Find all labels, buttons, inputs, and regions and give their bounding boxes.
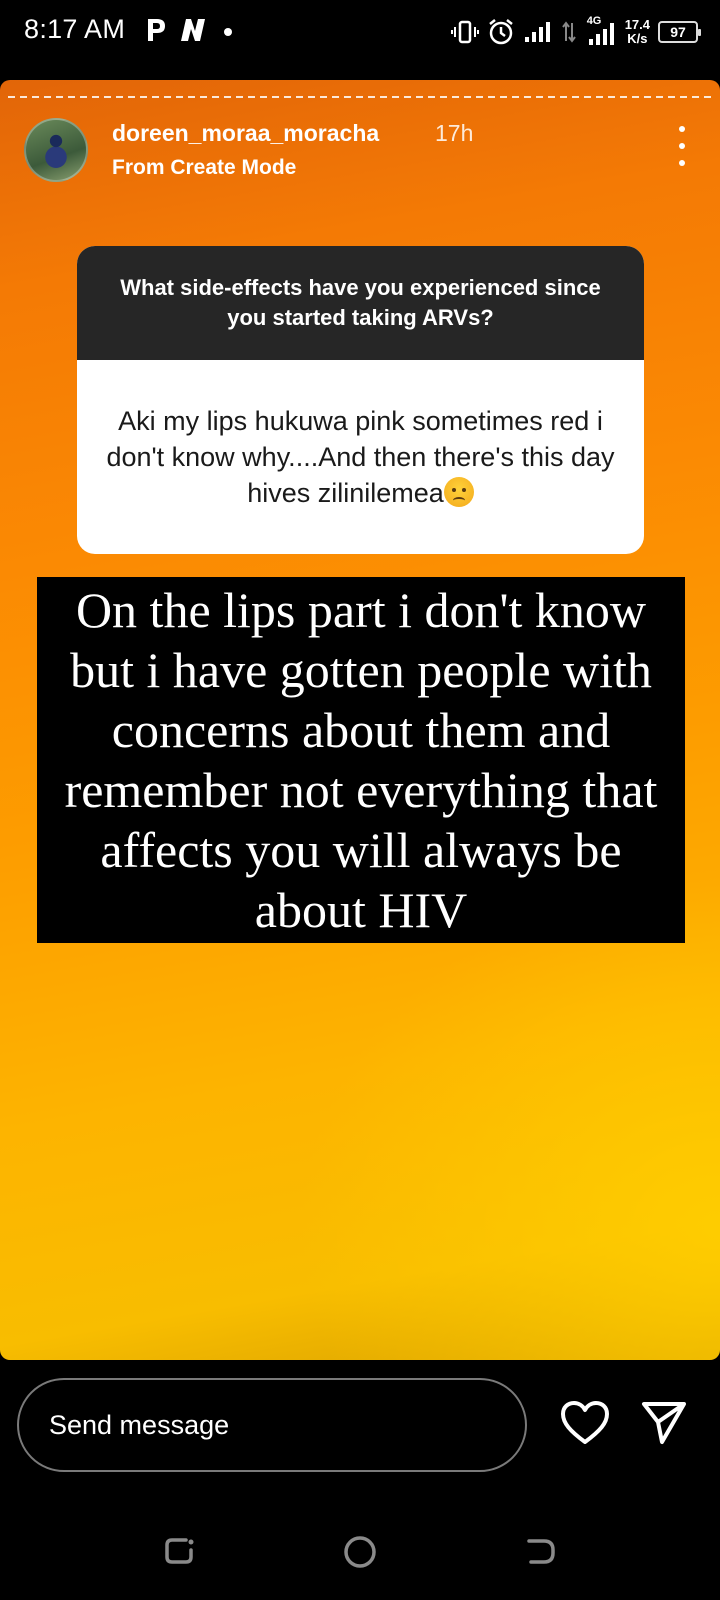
battery-icon: 97 (658, 21, 701, 43)
question-sticker: What side-effects have you experienced s… (77, 246, 644, 554)
net-speed: 17.4 K/s (625, 18, 650, 46)
heart-icon[interactable] (560, 1400, 610, 1446)
sad-relieved-face-icon (443, 477, 474, 507)
data-arrows-icon (561, 21, 576, 43)
network-signal-icon: 4G (585, 15, 617, 47)
story-time-ago: 17h (435, 120, 474, 146)
vibrate-icon (450, 20, 479, 44)
send-message-input[interactable] (17, 1378, 527, 1472)
recent-apps-icon[interactable] (162, 1534, 196, 1568)
send-icon[interactable] (640, 1400, 688, 1446)
answer-text: Aki my lips hukuwa pink sometimes red i … (106, 406, 615, 508)
story-viewer[interactable]: doreen_moraa_moracha 17h From Create Mod… (0, 80, 720, 1360)
status-app-icons (145, 15, 235, 45)
status-right-icons: 4G 17.4 K/s 97 (450, 12, 701, 52)
avatar[interactable] (24, 118, 88, 182)
back-icon[interactable] (524, 1534, 558, 1568)
status-bar: 8:17 AM 4G 17.4 K/s 97 (0, 0, 720, 66)
more-dot-icon (679, 143, 685, 149)
n-icon (181, 19, 205, 41)
question-answer: Aki my lips hukuwa pink sometimes red i … (77, 360, 644, 554)
dot-icon (224, 28, 232, 36)
battery-level: 97 (670, 24, 686, 40)
reply-text: On the lips part i don't know but i have… (64, 582, 658, 938)
signal-icon (524, 22, 550, 42)
story-subtitle[interactable]: From Create Mode (112, 156, 296, 180)
more-dot-icon (679, 160, 685, 166)
more-dot-icon (679, 126, 685, 132)
reply-text-block: On the lips part i don't know but i have… (37, 577, 685, 943)
story-progress-bar (8, 96, 712, 98)
more-options-button[interactable] (672, 126, 692, 166)
question-text: What side-effects have you experienced s… (77, 246, 644, 360)
status-time: 8:17 AM (24, 14, 126, 44)
net-speed-value: 17.4 (624, 17, 650, 32)
story-username[interactable]: doreen_moraa_moracha (112, 120, 379, 147)
alarm-icon (488, 19, 513, 45)
system-nav-bar (0, 1500, 720, 1600)
home-icon[interactable] (342, 1534, 378, 1570)
p-icon (148, 19, 165, 41)
net-speed-unit: K/s (627, 31, 648, 46)
